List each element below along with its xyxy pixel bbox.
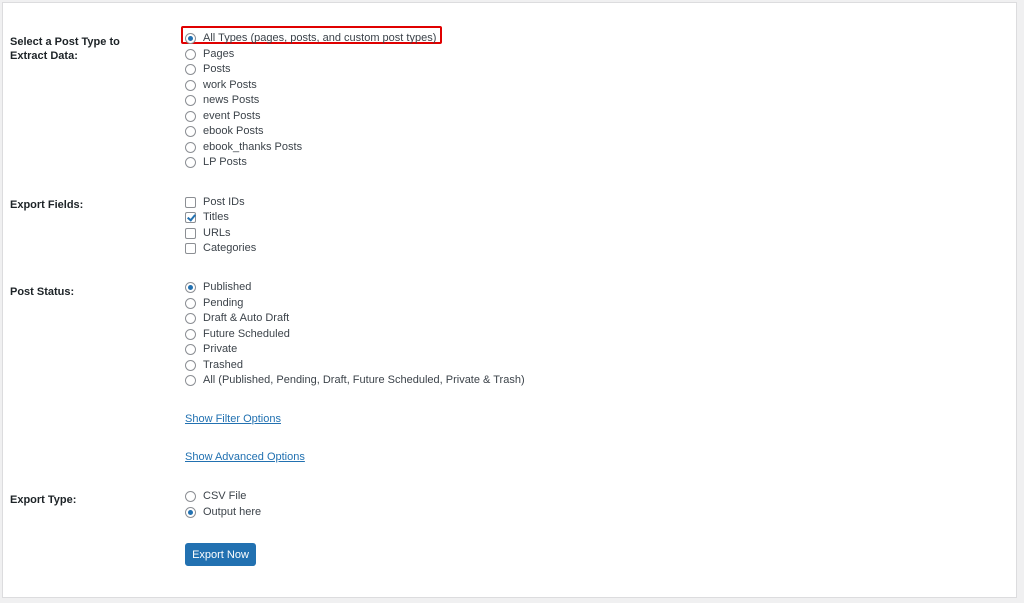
- radio-export-csv[interactable]: CSV File: [185, 489, 246, 503]
- radio-post-type-ebook-thanks[interactable]: ebook_thanks Posts: [185, 140, 302, 154]
- checkbox-icon[interactable]: [185, 227, 196, 239]
- checkbox-titles[interactable]: Titles: [185, 210, 229, 224]
- radio-post-type-news[interactable]: news Posts: [185, 93, 259, 107]
- radio-icon[interactable]: [185, 79, 196, 91]
- radio-status-trashed[interactable]: Trashed: [185, 358, 243, 372]
- export-fields-label: Export Fields:: [10, 199, 84, 211]
- radio-icon[interactable]: [185, 374, 196, 386]
- checkbox-icon[interactable]: [185, 242, 196, 254]
- radio-status-draft[interactable]: Draft & Auto Draft: [185, 311, 289, 325]
- radio-post-type-posts[interactable]: Posts: [185, 62, 231, 76]
- radio-status-published[interactable]: Published: [185, 280, 251, 294]
- radio-status-private[interactable]: Private: [185, 342, 237, 356]
- radio-icon[interactable]: [185, 297, 196, 309]
- checkbox-icon[interactable]: [185, 196, 196, 208]
- radio-post-type-event[interactable]: event Posts: [185, 109, 260, 123]
- radio-icon[interactable]: [185, 328, 196, 340]
- radio-icon[interactable]: [185, 506, 196, 518]
- export-type-label: Export Type:: [10, 494, 77, 506]
- radio-icon[interactable]: [185, 490, 196, 502]
- export-now-button[interactable]: Export Now: [185, 543, 256, 566]
- checkbox-categories[interactable]: Categories: [185, 241, 256, 255]
- radio-post-type-all[interactable]: All Types (pages, posts, and custom post…: [185, 31, 436, 45]
- show-advanced-options-link[interactable]: Show Advanced Options: [185, 450, 305, 464]
- radio-post-type-lp[interactable]: LP Posts: [185, 155, 247, 169]
- radio-post-type-pages[interactable]: Pages: [185, 47, 234, 61]
- radio-icon[interactable]: [185, 141, 196, 153]
- radio-icon[interactable]: [185, 359, 196, 371]
- radio-icon[interactable]: [185, 156, 196, 168]
- radio-icon[interactable]: [185, 312, 196, 324]
- checkbox-post-ids[interactable]: Post IDs: [185, 195, 245, 209]
- radio-icon[interactable]: [185, 110, 196, 122]
- radio-status-future[interactable]: Future Scheduled: [185, 327, 290, 341]
- radio-icon[interactable]: [185, 94, 196, 106]
- radio-icon[interactable]: [185, 63, 196, 75]
- show-filter-options-link[interactable]: Show Filter Options: [185, 412, 281, 426]
- radio-icon[interactable]: [185, 48, 196, 60]
- checkbox-urls[interactable]: URLs: [185, 226, 231, 240]
- radio-export-output[interactable]: Output here: [185, 505, 261, 519]
- radio-icon[interactable]: [185, 32, 196, 44]
- radio-status-pending[interactable]: Pending: [185, 296, 243, 310]
- radio-icon[interactable]: [185, 343, 196, 355]
- radio-post-type-ebook[interactable]: ebook Posts: [185, 124, 264, 138]
- post-type-label: Select a Post Type to Extract Data:: [10, 36, 120, 62]
- post-status-label: Post Status:: [10, 286, 75, 298]
- radio-post-type-work[interactable]: work Posts: [185, 78, 257, 92]
- radio-icon[interactable]: [185, 281, 196, 293]
- radio-icon[interactable]: [185, 125, 196, 137]
- radio-status-all[interactable]: All (Published, Pending, Draft, Future S…: [185, 373, 525, 387]
- export-settings-panel: [2, 2, 1017, 598]
- checkbox-icon[interactable]: [185, 211, 196, 223]
